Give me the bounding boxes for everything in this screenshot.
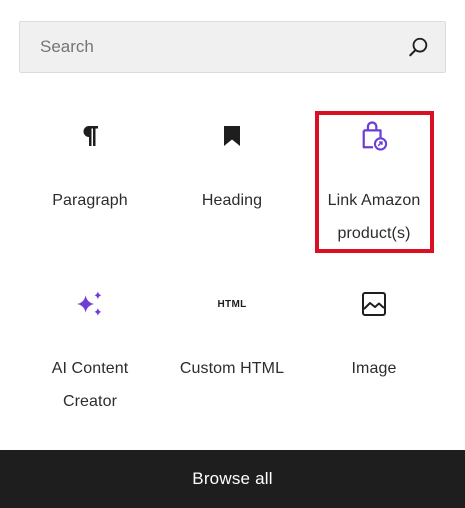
block-label-line: product(s) [337, 225, 411, 242]
bookmark-icon [218, 122, 246, 150]
inserter-footer: Browse all [0, 450, 465, 508]
search-box [19, 21, 446, 73]
image-icon [360, 290, 388, 318]
sparkles-icon [76, 290, 104, 318]
block-label: Heading [201, 192, 263, 209]
block-paragraph[interactable]: Paragraph [19, 122, 161, 217]
block-label: AI Content Creator [52, 352, 129, 418]
block-custom-html[interactable]: HTML Custom HTML [161, 290, 303, 385]
shopping-bag-icon [360, 121, 388, 151]
html-glyph: HTML [217, 298, 247, 310]
block-label-line: Creator [62, 393, 118, 410]
block-label: Paragraph [52, 192, 128, 209]
block-image[interactable]: Image [303, 290, 445, 385]
search-icon[interactable] [407, 35, 431, 59]
block-heading[interactable]: Heading [161, 122, 303, 217]
block-label: Image [351, 360, 397, 377]
block-link-amazon-products[interactable]: Link Amazon product(s) [303, 121, 445, 250]
search-input[interactable] [40, 37, 407, 57]
html-icon: HTML [217, 290, 247, 318]
block-ai-content-creator[interactable]: AI Content Creator [19, 290, 161, 418]
paragraph-icon [76, 122, 104, 150]
block-label-line: Link Amazon [327, 192, 421, 209]
block-inserter-panel: Paragraph Heading Link Amazon product(s) [0, 0, 465, 508]
browse-all-button[interactable]: Browse all [192, 469, 272, 489]
block-label: Custom HTML [179, 360, 285, 377]
block-label-line: AI Content [51, 360, 129, 377]
block-label: Link Amazon product(s) [328, 184, 421, 250]
